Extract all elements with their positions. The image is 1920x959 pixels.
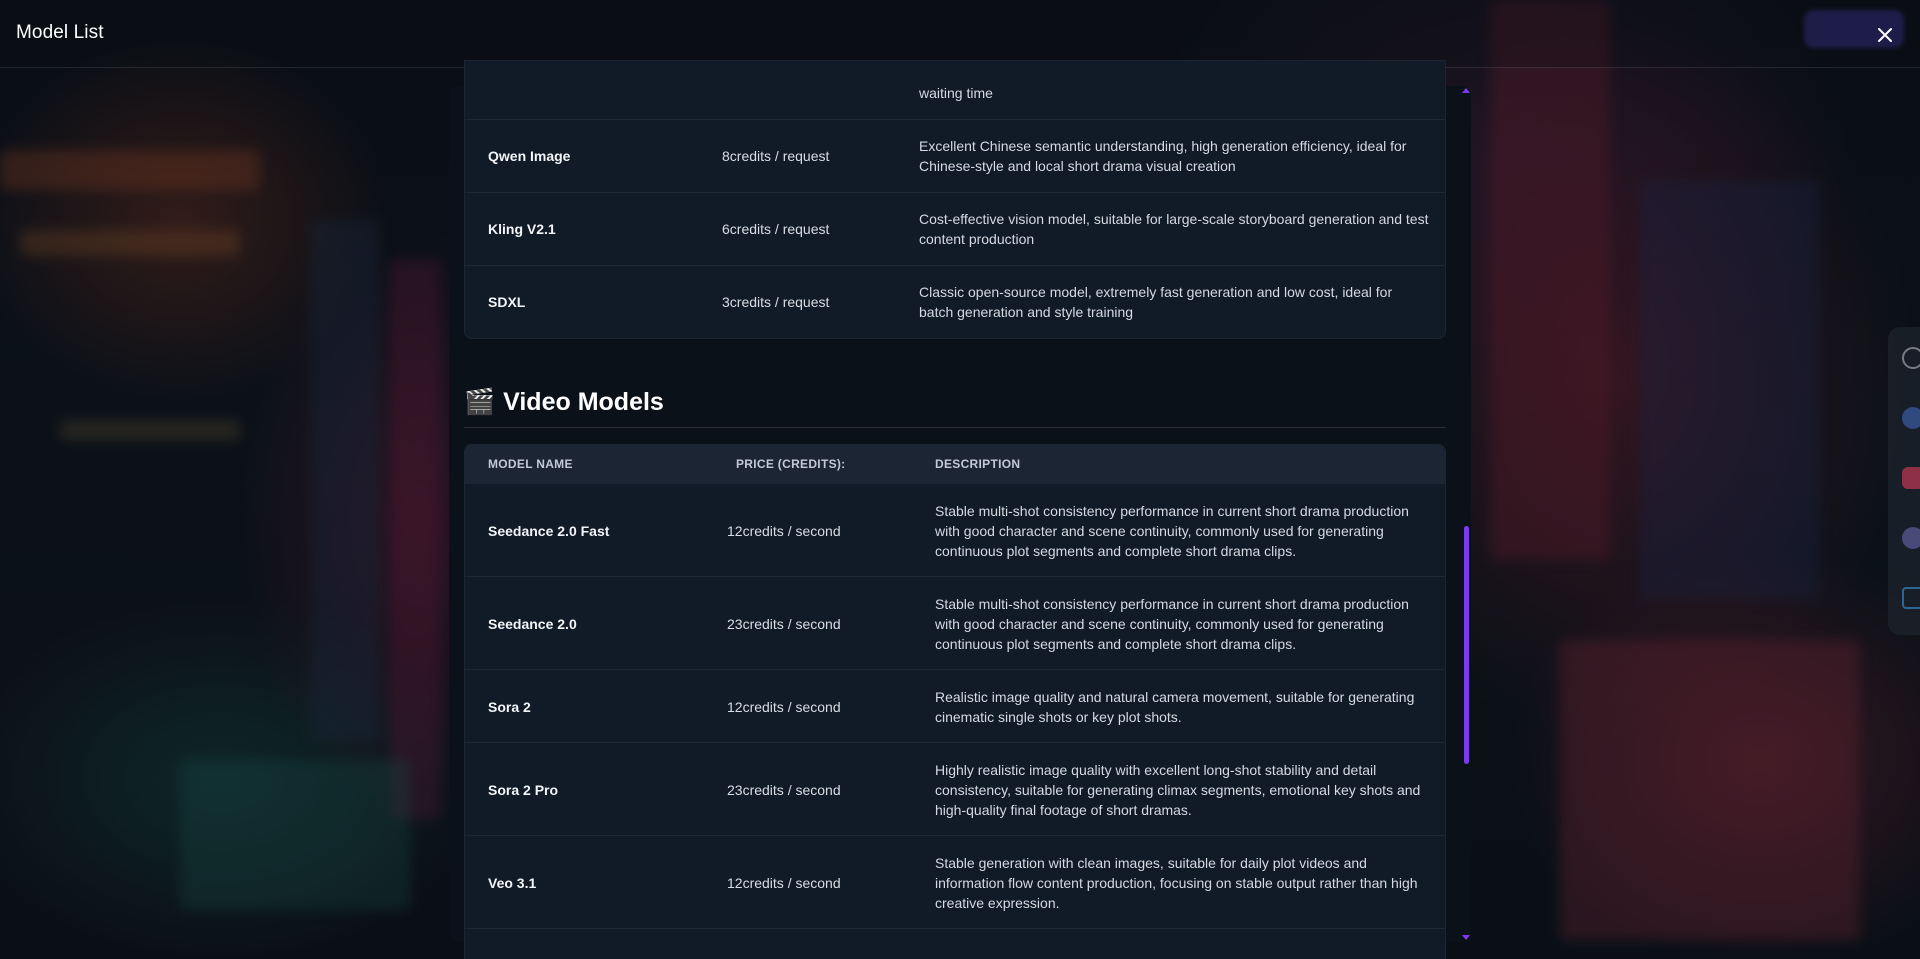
modal-title: Model List — [16, 22, 104, 43]
model-description: Highly realistic image quality with exce… — [935, 762, 1421, 818]
modal-header: Model List — [0, 0, 1920, 68]
scroll-up-arrow-icon[interactable] — [1462, 88, 1470, 93]
model-name: Sora 2 — [488, 699, 531, 715]
close-icon — [1878, 28, 1892, 42]
video-models-heading: 🎬 Video Models — [464, 385, 664, 419]
model-price: 23credits / second — [727, 616, 841, 632]
model-price: 6credits / request — [722, 221, 830, 237]
model-description: Stable multi-shot consistency performanc… — [935, 503, 1409, 559]
column-header-price: PRICE (CREDITS): — [736, 457, 846, 471]
model-name: Qwen Image — [488, 148, 571, 164]
email-icon[interactable] — [1902, 587, 1920, 609]
scrollbar-thumb[interactable] — [1464, 526, 1469, 764]
model-price: 3credits / request — [722, 294, 830, 310]
model-price: 23credits / second — [727, 782, 841, 798]
social-links-bar — [1888, 327, 1920, 635]
section-divider — [464, 427, 1446, 428]
table-row: Sora 2 12credits / second Realistic imag… — [465, 670, 1445, 743]
table-row: SDXL 3credits / request Classic open-sou… — [465, 266, 1445, 339]
model-name: Veo 3.1 — [488, 875, 537, 891]
model-price: 12credits / second — [727, 699, 841, 715]
model-name: Sora 2 Pro — [488, 782, 559, 798]
model-description: Excellent Chinese semantic understanding… — [919, 138, 1407, 174]
image-models-table: waiting time Qwen Image 8credits / reque… — [464, 60, 1446, 339]
table-row: Seedance 2.0 23credits / second Stable m… — [465, 577, 1445, 670]
clapperboard-icon: 🎬 — [464, 387, 496, 416]
instagram-icon[interactable] — [1902, 467, 1920, 489]
model-price: 12credits / second — [727, 523, 841, 539]
column-header-description: DESCRIPTION — [935, 457, 1021, 471]
video-models-table: MODEL NAME PRICE (CREDITS): DESCRIPTION … — [464, 444, 1446, 959]
scroll-down-arrow-icon[interactable] — [1462, 935, 1470, 940]
table-row: Qwen Image 8credits / request Excellent … — [465, 120, 1445, 193]
model-description: Classic open-source model, extremely fas… — [919, 284, 1393, 320]
table-row: Seedance 2.0 Fast 12credits / second Sta… — [465, 484, 1445, 577]
discord-icon[interactable] — [1902, 527, 1920, 549]
scrollbar[interactable] — [1462, 88, 1467, 940]
model-description: Cost-effective vision model, suitable fo… — [919, 211, 1429, 247]
table-header: MODEL NAME PRICE (CREDITS): DESCRIPTION — [465, 445, 1445, 484]
model-price: 8credits / request — [722, 148, 830, 164]
table-row: Kling V2.1 6credits / request Cost-effec… — [465, 193, 1445, 266]
table-row: Veo 3.1 12credits / second Stable genera… — [465, 836, 1445, 929]
model-description: Stable generation with clean images, sui… — [935, 855, 1418, 911]
close-button[interactable] — [1870, 20, 1900, 50]
model-name: Seedance 2.0 — [488, 616, 577, 632]
x-icon[interactable] — [1902, 347, 1920, 369]
model-description: Realistic image quality and natural came… — [935, 689, 1415, 725]
model-name: SDXL — [488, 294, 526, 310]
section-title-text: Video Models — [503, 387, 664, 416]
model-price: 12credits / second — [727, 875, 841, 891]
model-name: Kling V2.1 — [488, 221, 556, 237]
table-row: Sora 2 Pro 23credits / second Highly rea… — [465, 743, 1445, 836]
model-description: Stable multi-shot consistency performanc… — [935, 596, 1409, 652]
row-description: waiting time — [919, 85, 993, 101]
facebook-icon[interactable] — [1902, 407, 1920, 429]
column-header-name: MODEL NAME — [488, 457, 573, 471]
table-row: waiting time — [465, 61, 1445, 120]
model-name: Seedance 2.0 Fast — [488, 523, 610, 539]
